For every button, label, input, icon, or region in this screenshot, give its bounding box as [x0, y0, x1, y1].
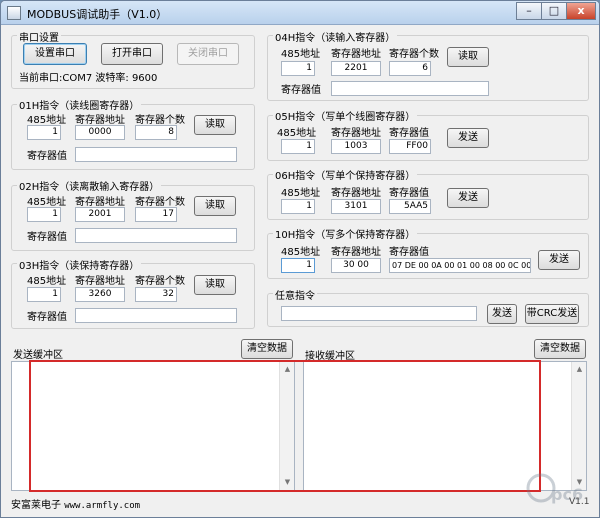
setup-serial-button[interactable]: 设置串口 — [23, 43, 87, 65]
send-buffer-scrollbar[interactable]: ▲ ▼ — [279, 362, 294, 490]
footer-url: www.armfly.com — [64, 501, 141, 511]
cmd01-count-label: 寄存器个数 — [135, 115, 185, 126]
cmd06-title: 06H指令（写单个保持寄存器） — [273, 167, 418, 182]
app-window: MODBUS调试助手（V1.0） – □ x 串口设置 设置串口 打开串口 关闭… — [0, 0, 600, 518]
cmd03-reg-addr-input[interactable]: 3260 — [75, 287, 125, 302]
cmd05-reg-addr-label: 寄存器地址 — [331, 128, 381, 139]
close-serial-button[interactable]: 关闭串口 — [177, 43, 239, 65]
cmd04-count-input[interactable]: 6 — [389, 61, 431, 76]
close-window-button[interactable]: x — [566, 2, 596, 20]
cmd01-title: 01H指令（读线圈寄存器） — [17, 97, 142, 112]
cmd04-reg-addr-input[interactable]: 2201 — [331, 61, 381, 76]
serial-status: 当前串口:COM7 波特率: 9600 — [19, 73, 158, 84]
cmd01-addr-input[interactable]: 1 — [27, 125, 61, 140]
cmd10-value-input[interactable]: 07 DE 00 0A 00 01 00 08 00 0C 00 — [389, 258, 531, 273]
cmd01-count-input[interactable]: 8 — [135, 125, 177, 140]
cmd05-value-input[interactable]: FF00 — [389, 139, 431, 154]
custom-crc-send-button[interactable]: 带CRC发送 — [525, 304, 579, 324]
cmd02-value-input[interactable] — [75, 228, 237, 243]
send-buffer-title: 发送缓冲区 — [13, 350, 63, 361]
custom-command-input[interactable] — [281, 306, 477, 321]
cmd03-title: 03H指令（读保持寄存器） — [17, 257, 142, 272]
cmd01-value-label: 寄存器值 — [27, 151, 67, 162]
cmd04-addr-label: 485地址 — [281, 49, 321, 60]
cmd03-read-button[interactable]: 读取 — [194, 275, 236, 295]
cmd03-addr-input[interactable]: 1 — [27, 287, 61, 302]
cmd06-addr-input[interactable]: 1 — [281, 199, 315, 214]
cmd01-value-input[interactable] — [75, 147, 237, 162]
cmd06-send-button[interactable]: 发送 — [447, 188, 489, 208]
cmd04-value-label: 寄存器值 — [281, 85, 321, 96]
cmd05-value-label: 寄存器值 — [389, 128, 429, 139]
cmd03-value-label: 寄存器值 — [27, 312, 67, 323]
maximize-button[interactable]: □ — [541, 2, 567, 20]
cmd01-reg-addr-input[interactable]: 0000 — [75, 125, 125, 140]
cmd03-reg-addr-label: 寄存器地址 — [75, 276, 125, 287]
cmd10-reg-addr-input[interactable]: 30 00 — [331, 258, 381, 273]
cmd02-title: 02H指令（读离散输入寄存器） — [17, 178, 162, 193]
cmd03-addr-label: 485地址 — [27, 276, 67, 287]
cmd02-count-input[interactable]: 17 — [135, 207, 177, 222]
cmd05-title: 05H指令（写单个线圈寄存器） — [273, 108, 418, 123]
custom-send-button[interactable]: 发送 — [487, 304, 517, 324]
title-bar[interactable]: MODBUS调试助手（V1.0） – □ x — [1, 1, 599, 25]
cmd06-reg-addr-input[interactable]: 3101 — [331, 199, 381, 214]
cmd02-read-button[interactable]: 读取 — [194, 196, 236, 216]
cmd02-reg-addr-label: 寄存器地址 — [75, 197, 125, 208]
cmd02-reg-addr-input[interactable]: 2001 — [75, 207, 125, 222]
cmd01-addr-label: 485地址 — [27, 115, 67, 126]
cmd04-addr-input[interactable]: 1 — [281, 61, 315, 76]
cmd02-addr-label: 485地址 — [27, 197, 67, 208]
cmd10-title: 10H指令（写多个保持寄存器） — [273, 226, 418, 241]
serial-settings-title: 串口设置 — [17, 29, 61, 44]
scroll-up-icon[interactable]: ▲ — [572, 362, 587, 377]
cmd06-value-input[interactable]: 5AA5 — [389, 199, 431, 214]
cmd01-read-button[interactable]: 读取 — [194, 115, 236, 135]
scroll-up-icon[interactable]: ▲ — [280, 362, 295, 377]
cmd10-addr-input[interactable]: 1 — [281, 258, 315, 273]
cmd05-addr-label: 485地址 — [277, 128, 317, 139]
cmd02-count-label: 寄存器个数 — [135, 197, 185, 208]
window-title: MODBUS调试助手（V1.0） — [27, 8, 168, 21]
cmd05-reg-addr-input[interactable]: 1003 — [331, 139, 381, 154]
cmd10-value-label: 寄存器值 — [389, 247, 429, 258]
cmd03-count-label: 寄存器个数 — [135, 276, 185, 287]
cmd06-addr-label: 485地址 — [281, 188, 321, 199]
cmd02-addr-input[interactable]: 1 — [27, 207, 61, 222]
cmd06-reg-addr-label: 寄存器地址 — [331, 188, 381, 199]
send-buffer-textarea[interactable]: ▲ ▼ — [11, 361, 295, 491]
open-serial-button[interactable]: 打开串口 — [101, 43, 163, 65]
footer-company: 安富莱电子 — [11, 500, 61, 511]
cmd04-count-label: 寄存器个数 — [389, 49, 439, 60]
cmd10-send-button[interactable]: 发送 — [538, 250, 580, 270]
cmd05-addr-input[interactable]: 1 — [281, 139, 315, 154]
cmd04-reg-addr-label: 寄存器地址 — [331, 49, 381, 60]
cmd01-reg-addr-label: 寄存器地址 — [75, 115, 125, 126]
cmd04-read-button[interactable]: 读取 — [447, 47, 489, 67]
custom-title: 任意指令 — [273, 287, 317, 302]
footer: 安富莱电子 www.armfly.com — [11, 496, 140, 511]
send-buffer-clear-button[interactable]: 清空数据 — [241, 339, 293, 359]
minimize-button[interactable]: – — [516, 2, 542, 20]
recv-buffer-clear-button[interactable]: 清空数据 — [534, 339, 586, 359]
cmd10-addr-label: 485地址 — [281, 247, 321, 258]
cmd03-value-input[interactable] — [75, 308, 237, 323]
cmd03-count-input[interactable]: 32 — [135, 287, 177, 302]
cmd05-send-button[interactable]: 发送 — [447, 128, 489, 148]
cmd10-reg-addr-label: 寄存器地址 — [331, 247, 381, 258]
cmd04-value-input[interactable] — [331, 81, 489, 96]
recv-buffer-title: 接收缓冲区 — [305, 351, 355, 362]
cmd06-value-label: 寄存器值 — [389, 188, 429, 199]
app-icon — [7, 6, 21, 20]
version-fragment: V1.1 — [569, 497, 590, 507]
cmd02-value-label: 寄存器值 — [27, 232, 67, 243]
scroll-down-icon[interactable]: ▼ — [280, 475, 295, 490]
cmd04-title: 04H指令（读输入寄存器） — [273, 29, 398, 44]
